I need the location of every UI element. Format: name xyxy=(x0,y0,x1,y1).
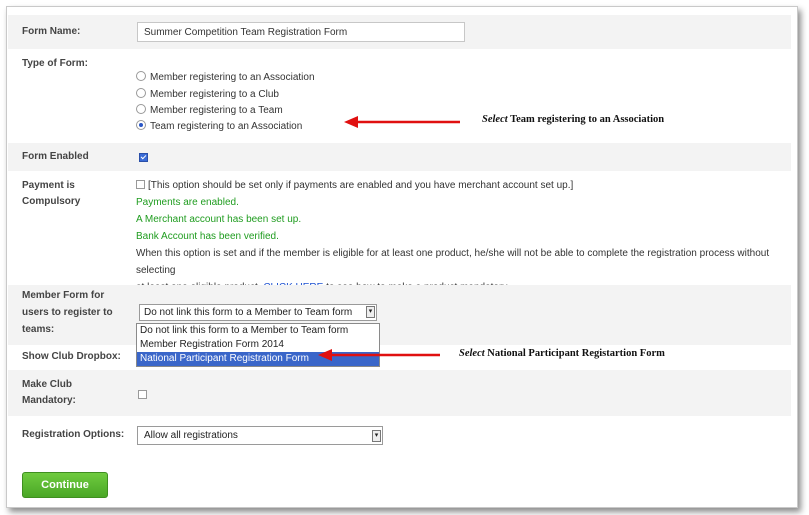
form-name-input[interactable]: Summer Competition Team Registration For… xyxy=(137,22,465,42)
member-form-select[interactable]: Do not link this form to a Member to Tea… xyxy=(139,304,377,321)
radio-selected-icon[interactable] xyxy=(136,120,146,130)
member-form-label-1: Member Form for xyxy=(22,290,105,301)
registration-options-select[interactable]: Allow all registrations ▾ xyxy=(137,426,383,445)
payment-label-1: Payment is xyxy=(22,180,75,191)
payment-content: [This option should be set only if payme… xyxy=(136,177,786,296)
annotation-national-participant: Select National Participant Registartion… xyxy=(459,348,665,359)
form-enabled-checkbox[interactable] xyxy=(139,153,148,162)
dropdown-arrow-icon[interactable]: ▾ xyxy=(366,306,375,318)
radio-team-association[interactable]: Team registering to an Association xyxy=(136,119,302,135)
payment-row: Payment is Compulsory [This option shoul… xyxy=(8,171,791,293)
payment-label-2: Compulsory xyxy=(22,196,81,207)
radio-member-team[interactable]: Member registering to a Team xyxy=(136,103,283,119)
radio-icon[interactable] xyxy=(136,104,146,114)
member-form-label-3: teams: xyxy=(22,324,55,335)
radio-icon[interactable] xyxy=(136,71,146,81)
make-club-mandatory-row: Make Club Mandatory: xyxy=(8,370,791,416)
payment-status-2: A Merchant account has been set up. xyxy=(136,214,302,225)
form-name-label: Form Name: xyxy=(22,26,81,37)
show-club-dropbox-label: Show Club Dropbox: xyxy=(22,351,121,362)
member-form-label-2: users to register to xyxy=(22,307,113,318)
continue-button[interactable]: Continue xyxy=(22,472,108,498)
make-club-mandatory-checkbox[interactable] xyxy=(138,390,147,399)
registration-options-row: Registration Options: xyxy=(8,418,791,452)
radio-icon[interactable] xyxy=(136,88,146,98)
dropdown-arrow-icon[interactable]: ▾ xyxy=(372,430,381,442)
annotation-team-association: Select Team registering to an Associatio… xyxy=(482,114,665,125)
make-club-label-1: Make Club xyxy=(22,379,73,390)
payment-note-1: When this option is set and if the membe… xyxy=(136,248,770,276)
member-form-row: Member Form for users to register to tea… xyxy=(8,285,791,345)
radio-member-association[interactable]: Member registering to an Association xyxy=(136,70,315,86)
make-club-label-2: Mandatory: xyxy=(22,395,76,406)
radio-member-club[interactable]: Member registering to a Club xyxy=(136,87,279,103)
red-arrow-icon xyxy=(344,116,460,128)
payment-compulsory-checkbox[interactable] xyxy=(136,180,145,189)
form-enabled-label: Form Enabled xyxy=(22,151,89,162)
dropdown-option[interactable]: Do not link this form to a Member to Tea… xyxy=(137,324,379,338)
registration-options-label: Registration Options: xyxy=(22,429,125,440)
type-of-form-label: Type of Form: xyxy=(22,58,88,69)
form-name-row: Form Name: Summer Competition Team Regis… xyxy=(8,15,791,49)
payment-status-3: Bank Account has been verified. xyxy=(136,231,279,242)
red-arrow-icon xyxy=(318,349,440,361)
form-enabled-row: Form Enabled xyxy=(8,143,791,171)
payment-status-1: Payments are enabled. xyxy=(136,197,239,208)
